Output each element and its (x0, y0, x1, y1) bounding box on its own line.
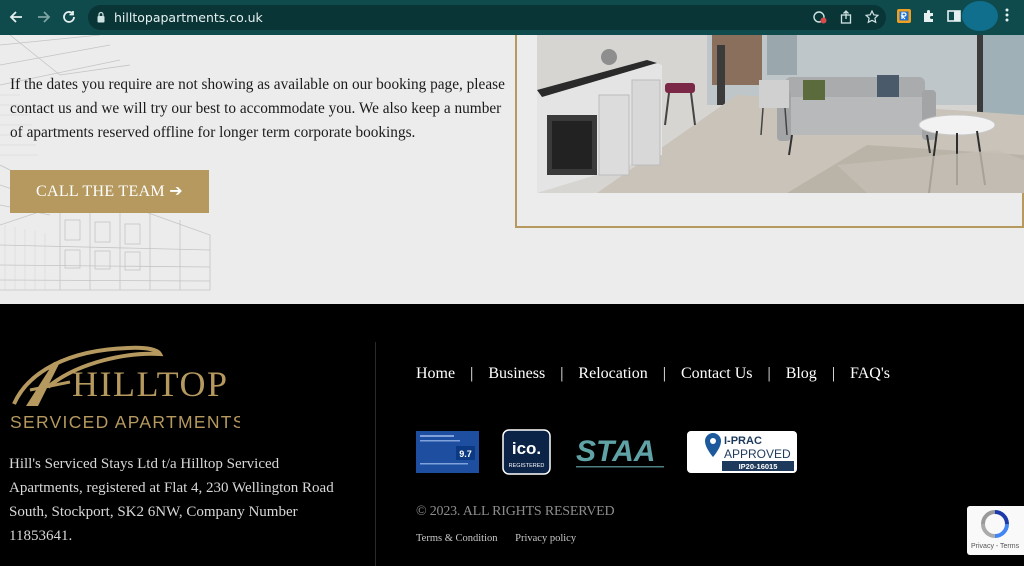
nav-separator: | (470, 365, 474, 382)
browser-toolbar: hilltopapartments.co.uk (0, 0, 1024, 35)
copyright-text: © 2023. ALL RIGHTS RESERVED (416, 504, 615, 519)
iprac-line2: APPROVED (724, 447, 791, 461)
legal-links: Terms & Condition Privacy policy (416, 533, 591, 544)
footer-divider (375, 342, 376, 566)
reload-icon[interactable] (60, 8, 78, 26)
hilltop-logo[interactable]: HILLTOP SERVICED APARTMENTS (8, 342, 244, 432)
sidepanel-icon[interactable] (947, 9, 963, 25)
profile-avatar[interactable] (962, 1, 998, 31)
contact-section: If the dates you require are not showing… (0, 35, 1024, 304)
lock-icon[interactable] (97, 11, 105, 23)
logo-tagline: SERVICED APARTMENTS (10, 412, 240, 430)
star-icon[interactable] (864, 9, 880, 26)
address-bar[interactable]: hilltopapartments.co.uk (88, 5, 886, 30)
site-footer: HILLTOP SERVICED APARTMENTS Hill's Servi… (0, 304, 1024, 566)
back-arrow-icon[interactable] (8, 8, 26, 26)
ico-registered-badge[interactable]: ico. REGISTERED (502, 429, 551, 475)
cta-label: CALL THE TEAM (36, 183, 165, 200)
recaptcha-badge[interactable]: Privacy - Terms (967, 506, 1024, 555)
nav-business[interactable]: Business (488, 365, 545, 383)
kebab-menu-icon[interactable] (1000, 8, 1014, 26)
ico-sub: REGISTERED (509, 463, 545, 469)
staa-badge[interactable]: STAA (576, 435, 664, 468)
booking-score: 9.7 (459, 449, 472, 459)
company-details: Hill's Serviced Stays Ltd t/a Hilltop Se… (9, 456, 334, 544)
puzzle-icon[interactable] (922, 9, 938, 25)
availability-paragraph: If the dates you require are not showing… (10, 76, 505, 141)
forward-arrow-icon[interactable] (34, 8, 52, 26)
logo-wordmark: HILLTOP (72, 364, 229, 404)
extension-r-icon[interactable] (897, 9, 913, 25)
privacy-link[interactable]: Privacy policy (515, 533, 576, 544)
nav-separator: | (831, 365, 836, 382)
iprac-code: IP20-16015 (739, 462, 778, 471)
nav-separator: | (662, 365, 666, 382)
nav-home[interactable]: Home (416, 365, 455, 383)
footer-nav: Home | Business | Relocation | Contact U… (416, 365, 890, 383)
staa-label: STAA (576, 435, 655, 468)
url-text[interactable]: hilltopapartments.co.uk (114, 10, 263, 25)
nav-separator: | (767, 365, 771, 382)
terms-link[interactable]: Terms & Condition (416, 533, 498, 544)
share-icon[interactable] (838, 10, 854, 26)
iprac-badge[interactable]: I-PRAC APPROVED IP20-16015 (687, 431, 797, 473)
nav-faqs[interactable]: FAQ's (850, 365, 890, 383)
accreditation-badges: 9.7 ico. REGISTERED STAA I-PRAC APPROVED… (416, 429, 797, 475)
arrow-right-icon: ➔ (169, 183, 183, 200)
recaptcha-icon (981, 510, 1009, 538)
call-the-team-button[interactable]: CALL THE TEAM ➔ (10, 170, 209, 213)
iprac-line1: I-PRAC (724, 435, 762, 447)
nav-separator: | (560, 365, 564, 382)
nav-contact-us[interactable]: Contact Us (681, 365, 753, 383)
ico-label: ico. (512, 439, 541, 458)
recaptcha-terms[interactable]: Privacy - Terms (971, 543, 1019, 550)
nav-relocation[interactable]: Relocation (578, 365, 647, 383)
incognito-block-icon[interactable] (812, 10, 828, 26)
nav-blog[interactable]: Blog (786, 365, 817, 383)
apartment-photo (537, 35, 1024, 193)
booking-com-badge[interactable]: 9.7 (416, 431, 479, 473)
